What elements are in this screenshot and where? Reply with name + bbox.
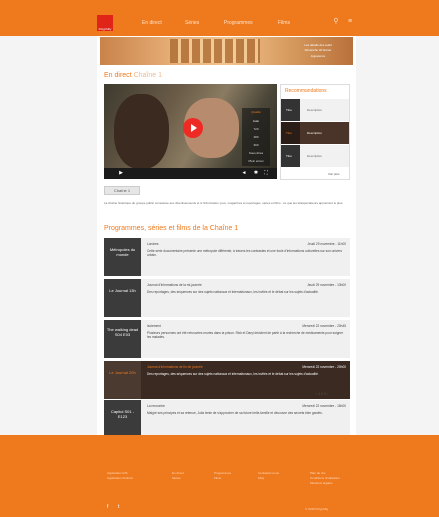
programme-thumbnail: Le Journal 13h (104, 279, 141, 317)
reco-desc: Description (307, 154, 323, 158)
programme-item[interactable]: Capitol S01 - E123 La rencontre Mercredi… (104, 400, 350, 436)
promo-banner[interactable]: Les détails des audit Dimanche 30 fécrie… (100, 37, 353, 65)
reco-item[interactable]: Titre Description (281, 122, 349, 144)
programme-date: Jeudi 29 novembre - 11h00 (307, 242, 346, 246)
programme-summary: Des reportages, des séquences sur des su… (147, 290, 319, 294)
settings-icon[interactable]: ✱ (252, 168, 260, 179)
channel-chip[interactable]: Chaîne 1 (104, 186, 140, 195)
nav-series[interactable]: Séries (185, 20, 199, 26)
programme-thumbnail: Le Journal 20h (104, 361, 141, 399)
copyright: © 2015 Polyphilly (305, 507, 329, 511)
programme-title: Journal d'informations de la mi-journée (147, 283, 202, 287)
banner-text-1: Les détails des audit (304, 43, 332, 47)
quality-option[interactable]: 720 (242, 127, 270, 131)
programme-thumbnail: Capitol S01 - E123 (104, 400, 141, 436)
quality-label: Qualité (251, 110, 261, 114)
programme-thumbnail: Métropoles du monde (104, 238, 141, 276)
search-icon[interactable]: ⚲ (332, 18, 340, 26)
video-frame-figure (114, 94, 169, 169)
thumbnail-caption: The walking dead S04 E03 (106, 327, 139, 337)
footer-col-apps: Application iOS Application Android (107, 471, 133, 481)
volume-icon[interactable]: ◄ (240, 168, 248, 179)
programme-item[interactable]: The walking dead S04 E03 Isolement Mercr… (104, 320, 350, 358)
live-channel: Chaîne 1 (133, 72, 162, 79)
nav-films[interactable]: Films (278, 20, 290, 26)
twitter-icon[interactable]: t (118, 504, 119, 510)
recommendations-title: Recommandations (285, 88, 327, 94)
see-more-link[interactable]: Voir plus (328, 172, 340, 176)
top-bar (0, 0, 439, 36)
thumbnail-caption: Le Journal 13h (109, 288, 136, 293)
programme-date: Mercredi 22 novembre - 20h00 (302, 365, 346, 369)
footer-link[interactable]: Séries (172, 476, 184, 481)
thumbnail-caption: Métropoles du monde (109, 247, 136, 257)
fullscreen-icon[interactable]: ⛶ (262, 168, 270, 179)
thumbnail-caption: Capitol S01 - E123 (110, 409, 135, 419)
programme-summary: Malgré ses principes et sa retenue, Juli… (147, 411, 323, 415)
programme-title: Journal d'informations de fin de journée (147, 365, 203, 369)
live-heading: En direct Chaîne 1 (104, 72, 162, 79)
menu-icon[interactable]: ≡ (346, 18, 354, 26)
banner-image (170, 39, 260, 63)
banner-text-3: Apparence (310, 54, 326, 58)
footer-link[interactable]: Mentions légales (310, 481, 340, 486)
logo-text: Polyphilly (98, 27, 112, 31)
programme-item[interactable]: Le Journal 20h Journal d'informations de… (104, 361, 350, 399)
footer-link[interactable]: Application Android (107, 476, 133, 481)
nav-live[interactable]: En direct (142, 20, 162, 26)
footer-col-legal: Plan du site Conditions d'utilisation Me… (310, 471, 340, 486)
programme-title: Londres (147, 242, 159, 246)
play-icon[interactable]: ▶ (117, 168, 125, 179)
banner-text-2: Dimanche 30 fécrier (304, 48, 332, 52)
programme-title: Isolement (147, 324, 161, 328)
reco-name: Titre (286, 154, 292, 158)
thumbnail-caption: Le Journal 20h (109, 370, 136, 375)
reco-item[interactable]: Titre Description (281, 145, 349, 167)
programme-date: Mercredi 22 novembre - 20h45 (302, 324, 346, 328)
quality-option[interactable]: 360 (242, 143, 270, 147)
programme-item[interactable]: Le Journal 13h Journal d'informations de… (104, 279, 350, 317)
reco-item[interactable]: Titre Description (281, 99, 349, 121)
reco-name: Titre (286, 108, 292, 112)
play-button[interactable] (183, 118, 203, 138)
programme-date: Mercredi 22 novembre - 16h00 (302, 404, 346, 408)
programme-summary: Cette série documentaire présente une mé… (147, 249, 342, 257)
programme-summary: Plusieurs personnes ont été retrouvées m… (147, 331, 344, 339)
programmes-heading: Programmes, séries et films de la Chaîne… (104, 225, 239, 232)
programme-title: La rencontre (147, 404, 165, 408)
programme-item[interactable]: Métropoles du monde Londres Jeudi 29 nov… (104, 238, 350, 276)
footer-col-help: Contactez-nous FAQ (258, 471, 279, 481)
quality-option[interactable]: 480 (242, 135, 270, 139)
facebook-icon[interactable]: f (107, 504, 108, 510)
reco-desc: Description (307, 108, 323, 112)
logo[interactable]: Polyphilly (97, 15, 113, 31)
subtitles-option[interactable]: Sous-titres (242, 151, 270, 155)
nav-programmes[interactable]: Programmes (224, 20, 253, 26)
quality-option[interactable]: Auto (242, 119, 270, 123)
footer-link[interactable]: FAQ (258, 476, 279, 481)
quality-menu[interactable]: Qualité Auto 720 480 360 Sous-titres Ple… (242, 108, 270, 166)
fullscreen-option[interactable]: Plein écran (242, 159, 270, 163)
footer-col-nav1: En direct Séries (172, 471, 184, 481)
reco-name: Titre (286, 131, 292, 135)
footer-link[interactable]: Films (214, 476, 231, 481)
pagination[interactable]: ‹ 1 2 3 › (316, 392, 328, 396)
live-title: En direct (104, 72, 132, 79)
channel-description: La chaîne historique du groupe public co… (104, 201, 344, 205)
programme-date: Jeudi 29 novembre - 13h00 (307, 283, 346, 287)
programme-summary: Des reportages, des séquences sur des su… (147, 372, 319, 376)
reco-desc: Description (307, 131, 323, 135)
programme-thumbnail: The walking dead S04 E03 (104, 320, 141, 358)
footer-col-nav2: Programmes Films (214, 471, 231, 481)
